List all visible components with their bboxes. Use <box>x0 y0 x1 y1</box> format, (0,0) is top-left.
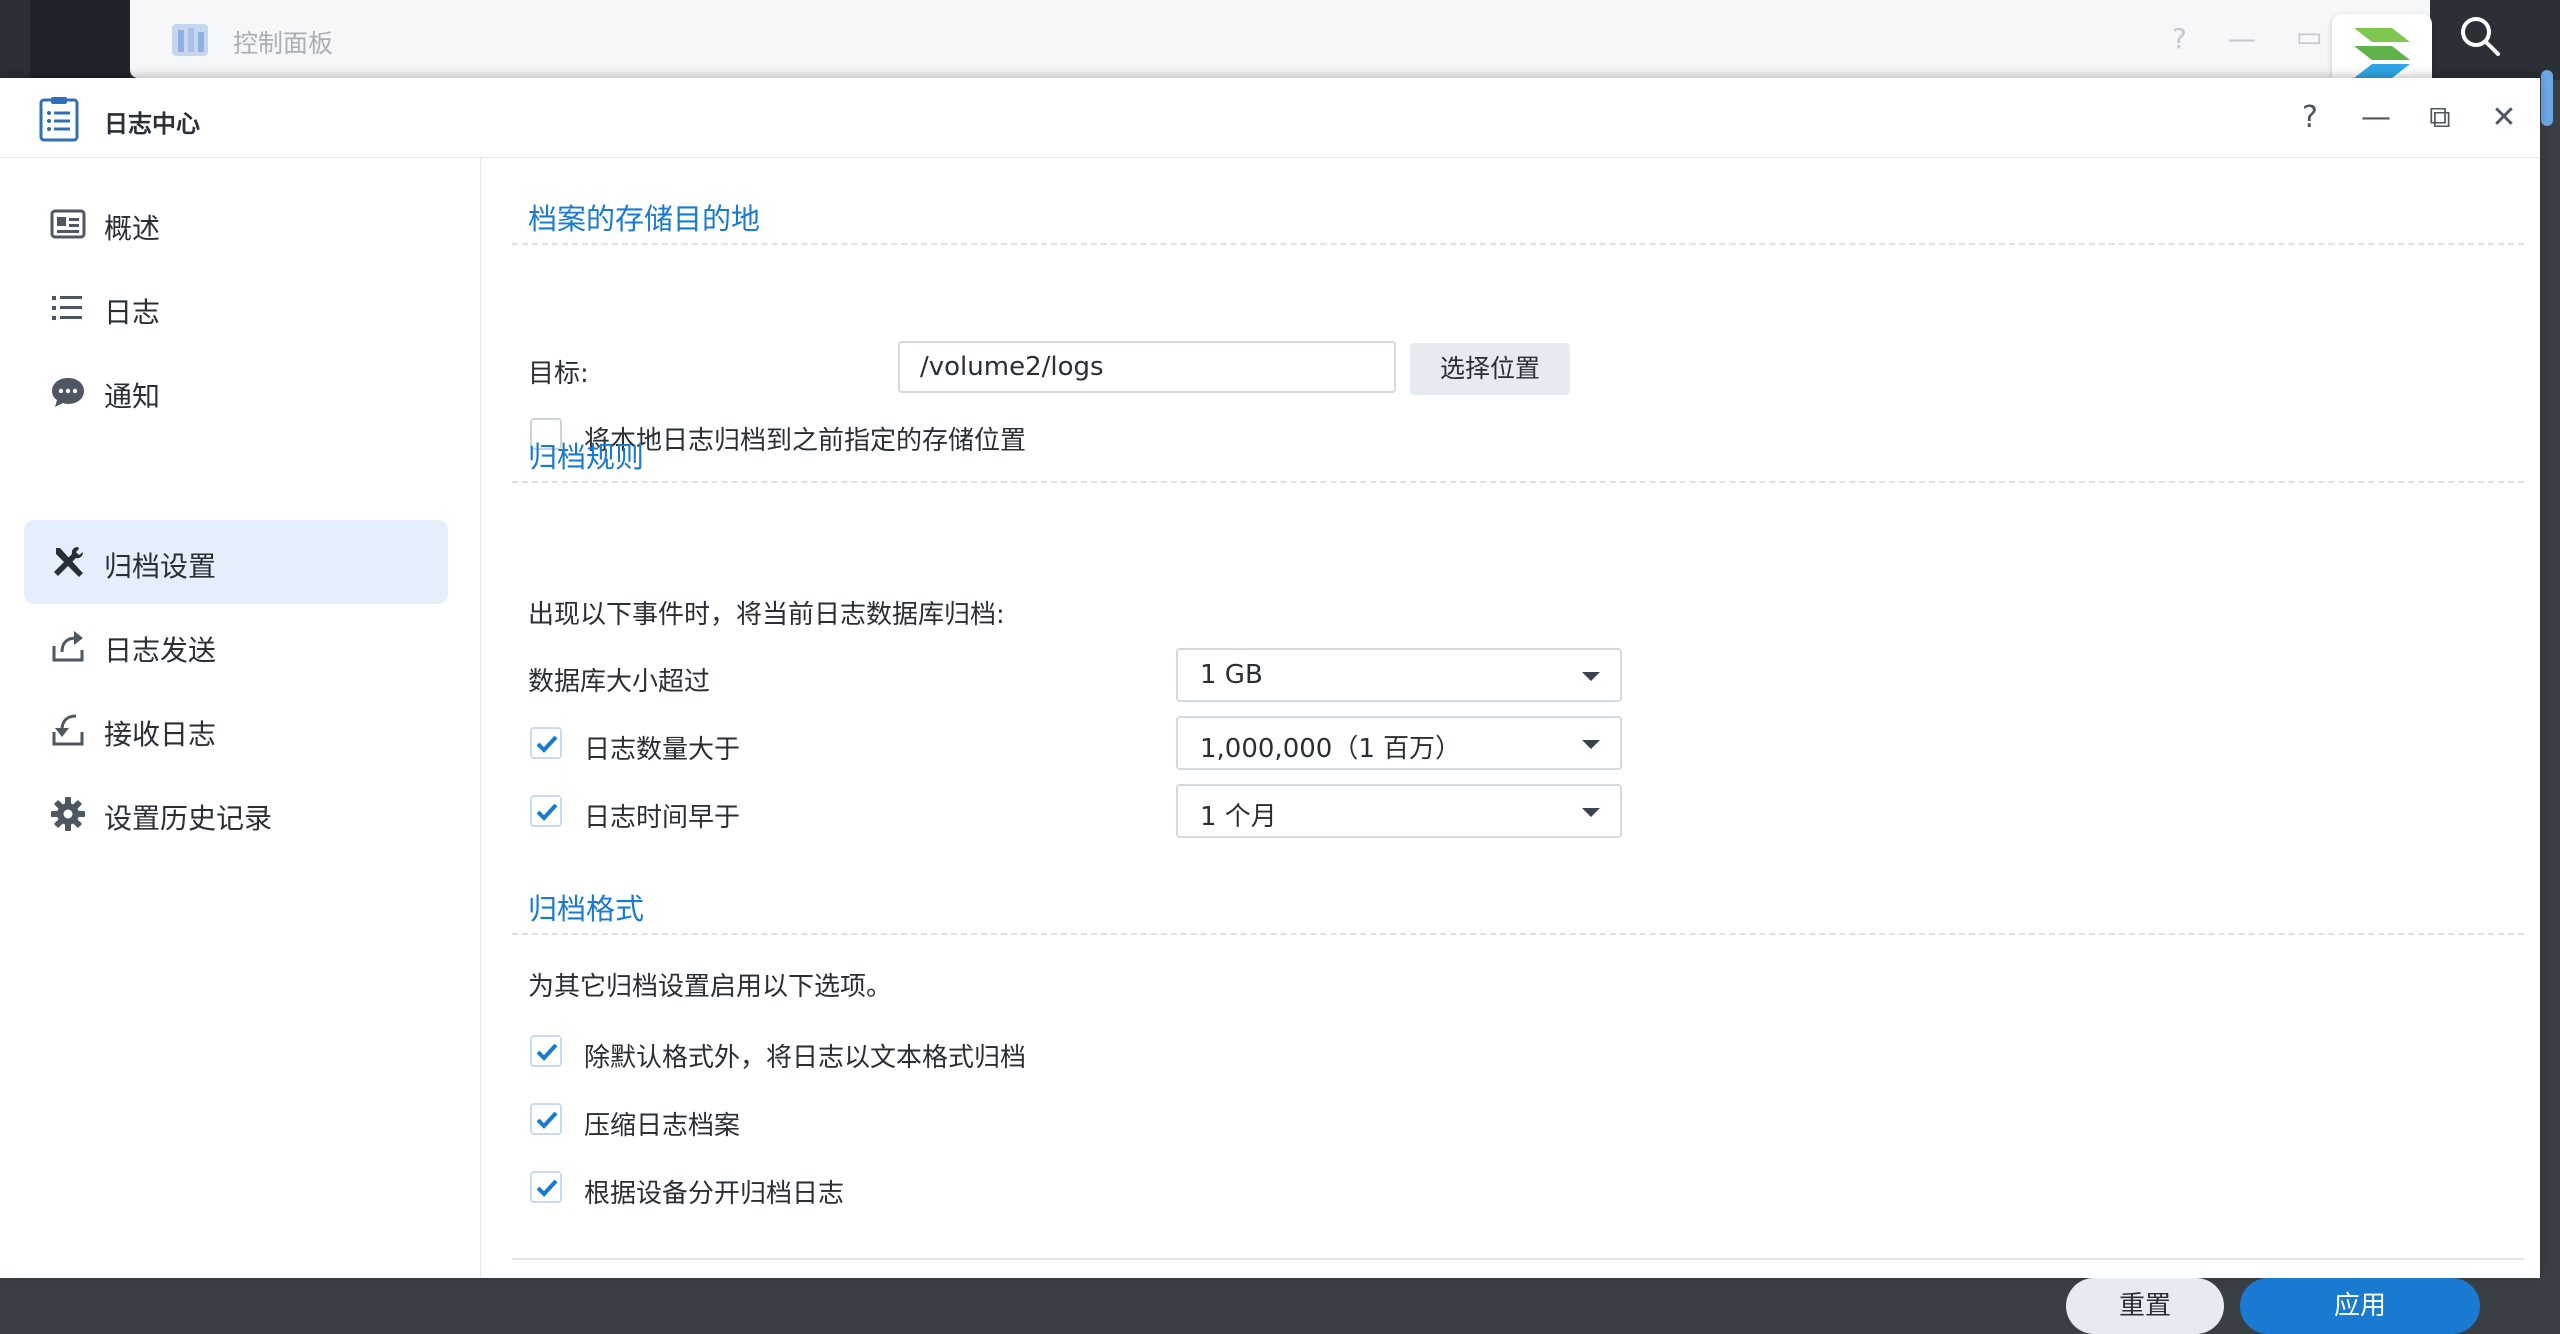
target-label: 目标: <box>528 359 589 389</box>
separate-by-device-label: 根据设备分开归档日志 <box>584 1179 845 1209</box>
sidebar-item-archive-settings[interactable]: 归档设置 <box>24 520 448 604</box>
log-time-label: 日志时间早于 <box>584 803 741 833</box>
background-maximize-button[interactable]: ▭ <box>2296 20 2322 53</box>
log-time-value: 1 个月 <box>1200 802 1277 832</box>
choose-location-button[interactable]: 选择位置 <box>1410 343 1570 395</box>
text-format-checkbox[interactable] <box>530 1035 562 1067</box>
log-time-dropdown[interactable]: 1 个月 <box>1176 784 1622 838</box>
format-section-title: 归档格式 <box>528 892 645 926</box>
sidebar-item-notification[interactable]: 通知 <box>24 350 448 434</box>
checkmark-icon <box>536 1179 558 1197</box>
upload-icon <box>52 631 84 662</box>
sidebar: 概述 日志 通知 归档设置 日志发送 接收日志 设置历史记录 <box>0 158 481 1278</box>
tools-icon <box>54 547 83 577</box>
help-button[interactable]: ? <box>2290 98 2330 138</box>
log-count-label: 日志数量大于 <box>584 735 741 765</box>
desktop-search[interactable] <box>2440 0 2560 80</box>
checkmark-icon <box>536 1111 558 1129</box>
sidebar-item-log[interactable]: 日志 <box>24 266 448 350</box>
archive-local-label: 将本地日志归档到之前指定的存储位置 <box>584 426 1027 456</box>
log-center-window: 日志中心 ? — ⧉ ✕ 概述 日志 通知 归档设置 日志发送 接收日志 设置历… <box>0 78 2540 1334</box>
sidebar-item-label: 日志发送 <box>104 634 217 667</box>
minimize-button[interactable]: — <box>2356 98 2396 138</box>
background-window-title: 控制面板 <box>233 29 334 58</box>
list-icon <box>52 296 82 320</box>
chevron-down-icon <box>1582 740 1600 749</box>
section-divider <box>512 481 2524 483</box>
log-count-dropdown[interactable]: 1,000,000（1 百万） <box>1176 716 1622 770</box>
control-panel-icon <box>172 24 208 56</box>
desktop-taskbar-fragment <box>30 0 130 80</box>
rules-description: 出现以下事件时，将当前日志数据库归档: <box>528 600 1005 630</box>
sidebar-item-label: 概述 <box>104 212 161 245</box>
archive-settings-panel: 档案的存储目的地 目标: /volume2/logs 选择位置 将本地日志归档到… <box>480 158 2540 1334</box>
reset-button[interactable]: 重置 <box>2066 1278 2224 1334</box>
target-path-input[interactable]: /volume2/logs <box>898 341 1396 393</box>
window-title: 日志中心 <box>104 110 200 138</box>
separate-by-device-checkbox[interactable] <box>530 1171 562 1203</box>
background-minimize-button[interactable]: — <box>2228 22 2256 55</box>
desktop-scrollbar[interactable] <box>2541 70 2553 126</box>
window-titlebar[interactable]: 日志中心 ? — ⧉ ✕ <box>0 78 2540 158</box>
apply-button[interactable]: 应用 <box>2240 1278 2480 1334</box>
sidebar-item-label: 归档设置 <box>104 550 217 583</box>
sidebar-item-overview[interactable]: 概述 <box>24 182 448 266</box>
chevron-down-icon <box>1582 672 1600 681</box>
section-divider <box>512 933 2524 935</box>
checkmark-icon <box>536 803 558 821</box>
text-format-label: 除默认格式外，将日志以文本格式归档 <box>584 1043 1027 1073</box>
sidebar-item-label: 设置历史记录 <box>104 802 273 835</box>
sidebar-item-label: 接收日志 <box>104 718 217 751</box>
checkmark-icon <box>536 735 558 753</box>
log-time-checkbox[interactable] <box>530 795 562 827</box>
log-center-icon <box>39 97 79 142</box>
storage-section-title: 档案的存储目的地 <box>528 202 761 236</box>
gear-icon <box>51 797 85 831</box>
checkmark-icon <box>536 1043 558 1061</box>
sidebar-item-label: 日志 <box>104 296 161 329</box>
overview-icon <box>50 209 86 239</box>
footer-divider <box>512 1258 2524 1260</box>
rules-section-title: 归档规则 <box>528 440 645 474</box>
chat-bubble-icon <box>52 378 84 407</box>
db-size-dropdown[interactable]: 1 GB <box>1176 648 1622 702</box>
chevron-down-icon <box>1582 808 1600 817</box>
sidebar-item-label: 通知 <box>104 380 161 413</box>
section-divider <box>512 243 2524 245</box>
db-size-label: 数据库大小超过 <box>528 667 711 697</box>
sidebar-item-receive-log[interactable]: 接收日志 <box>24 688 448 772</box>
background-help-button[interactable]: ? <box>2172 22 2187 55</box>
db-size-value: 1 GB <box>1200 660 1263 690</box>
restore-button[interactable]: ⧉ <box>2420 98 2460 138</box>
compress-archive-checkbox[interactable] <box>530 1103 562 1135</box>
close-button[interactable]: ✕ <box>2484 98 2524 138</box>
search-icon[interactable] <box>2458 14 2502 58</box>
compress-archive-label: 压缩日志档案 <box>584 1111 741 1141</box>
log-count-value: 1,000,000（1 百万） <box>1200 734 1462 764</box>
control-panel-window[interactable]: 控制面板 ? — ▭ <box>130 0 2430 78</box>
format-description: 为其它归档设置启用以下选项。 <box>528 972 893 1002</box>
sidebar-item-settings-history[interactable]: 设置历史记录 <box>24 772 448 856</box>
log-count-checkbox[interactable] <box>530 727 562 759</box>
sidebar-item-log-sending[interactable]: 日志发送 <box>24 604 448 688</box>
download-icon <box>52 714 84 746</box>
